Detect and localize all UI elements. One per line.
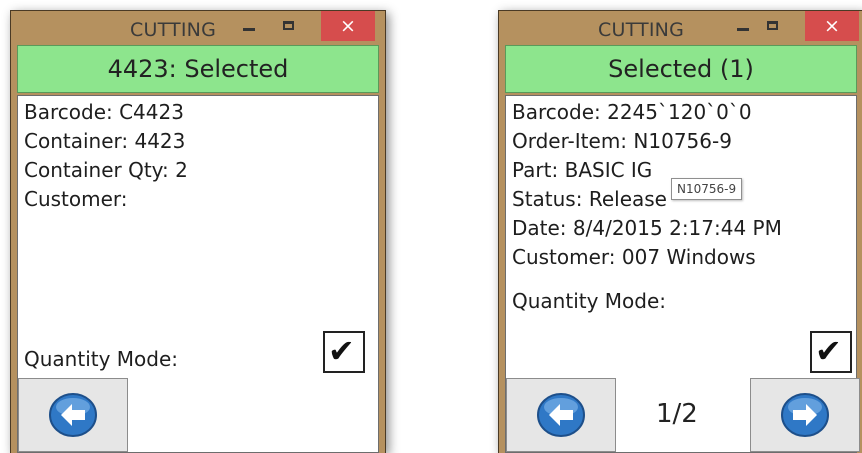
field-label: Date: [512,216,567,240]
field-barcode: Barcode: C4423 [24,100,184,124]
field-label: Barcode: [512,100,601,124]
window-title: CUTTING [130,19,216,41]
quantity-mode-checkbox[interactable]: ✔ [323,331,365,373]
field-value: 2 [175,158,188,182]
field-customer: Customer: [24,187,128,211]
field-customer: Customer: 007 Windows [512,245,756,269]
field-value: 007 Windows [621,245,756,269]
field-label: Status: [512,187,583,211]
window-title: CUTTING [598,19,684,41]
field-label: Barcode: [24,100,113,124]
field-order-item: Order-Item: N10756-9 [512,129,732,153]
field-label: Container Qty: [24,158,169,182]
quantity-mode-label: Quantity Mode: [512,289,667,313]
back-arrow-icon [537,393,585,437]
close-button[interactable]: × [321,11,375,41]
maximize-button[interactable] [283,21,294,30]
close-button[interactable]: × [805,11,859,41]
order-item-tooltip: N10756-9 [671,178,743,200]
field-barcode: Barcode: 2245`120`0`0 [512,100,752,124]
field-value: 4423 [134,129,186,153]
quantity-mode-checkbox[interactable]: ✔ [810,331,852,373]
field-label: Part: [512,158,559,182]
field-container-qty: Container Qty: 2 [24,158,188,182]
field-part: Part: BASIC IG [512,158,652,182]
back-arrow-icon [49,393,97,437]
minimize-button[interactable] [243,28,255,31]
field-value: C4423 [119,100,184,124]
field-value: BASIC IG [564,158,653,182]
title-bar[interactable]: CUTTING × [11,11,385,43]
field-label: Order-Item: [512,129,628,153]
details-panel: Barcode: 2245`120`0`0 Order-Item: N10756… [505,95,860,453]
maximize-button[interactable] [767,21,778,30]
page-indicator: 1/2 [656,399,698,429]
selection-banner: Selected (1) [505,45,857,93]
forward-arrow-icon [781,393,829,437]
field-container: Container: 4423 [24,129,185,153]
field-label: Customer: [24,187,128,211]
back-button[interactable] [506,378,616,452]
field-label: Container: [24,129,129,153]
checkmark-icon: ✔ [815,332,842,370]
minimize-button[interactable] [737,28,749,31]
details-panel: Barcode: C4423 Container: 4423 Container… [17,95,379,453]
field-label: Customer: [512,245,616,269]
selection-banner: 4423: Selected [17,45,379,93]
field-date: Date: 8/4/2015 2:17:44 PM [512,216,782,240]
cutting-window-right: CUTTING × Selected (1) Barcode: 2245`120… [498,10,862,453]
field-value: 2245`120`0`0 [607,100,752,124]
forward-button[interactable] [750,378,860,452]
checkmark-icon: ✔ [328,332,355,370]
quantity-mode-label: Quantity Mode: [24,347,179,371]
back-button[interactable] [18,378,128,452]
field-value: Release [588,187,667,211]
cutting-window-left: CUTTING × 4423: Selected Barcode: C4423 … [10,10,386,453]
title-bar[interactable]: CUTTING × [499,11,862,43]
field-status: Status: Release [512,187,667,211]
field-value: N10756-9 [633,129,732,153]
field-value: 8/4/2015 2:17:44 PM [572,216,782,240]
